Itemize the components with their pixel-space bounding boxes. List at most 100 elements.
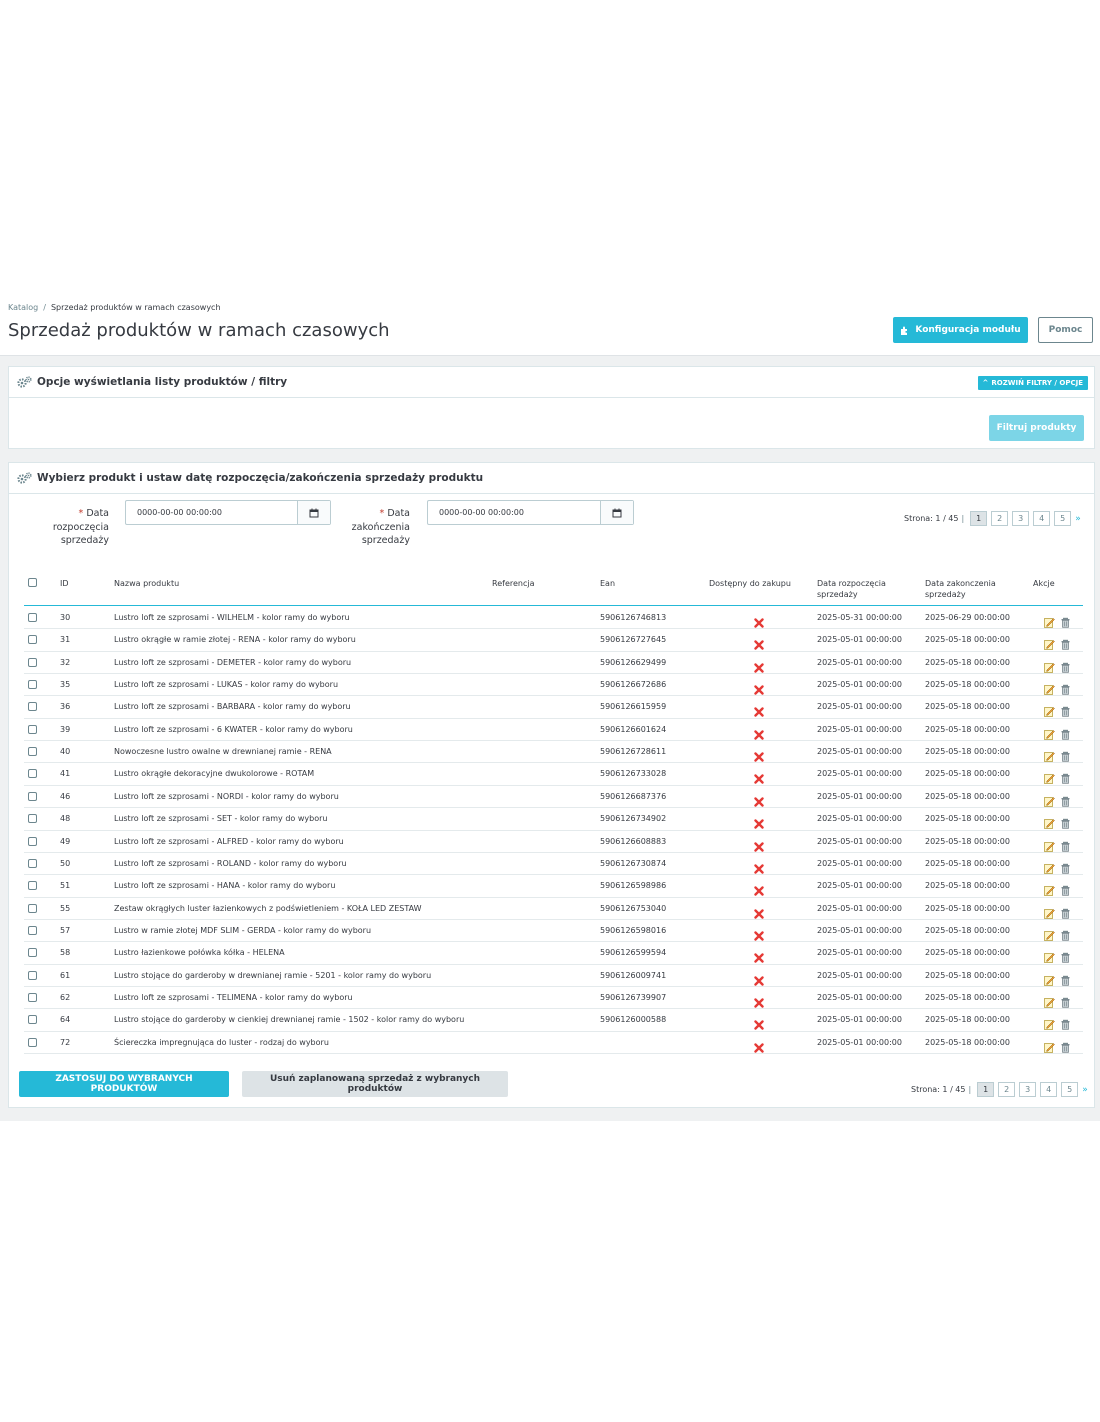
column-header-start-date[interactable]: Data rozpoczęcia sprzedaży [817, 578, 886, 600]
trash-icon[interactable] [1060, 926, 1071, 941]
table-row: 41 Lustro okrągłe dekoracyjne dwukolorowe… [24, 763, 1083, 786]
cell-id: 35 [60, 680, 71, 690]
trash-icon[interactable] [1060, 613, 1071, 628]
trash-icon[interactable] [1060, 993, 1071, 1008]
edit-icon[interactable] [1044, 926, 1055, 941]
trash-icon[interactable] [1060, 658, 1071, 673]
trash-icon[interactable] [1060, 792, 1071, 807]
edit-icon[interactable] [1044, 948, 1055, 964]
row-checkbox[interactable] [28, 881, 37, 891]
end-date-input[interactable] [428, 501, 600, 524]
column-header-name[interactable]: Nazwa produktu [114, 578, 179, 589]
edit-icon[interactable] [1044, 792, 1055, 807]
page-button-4[interactable]: 4 [1033, 511, 1051, 526]
row-checkbox[interactable] [28, 948, 37, 958]
edit-icon[interactable] [1044, 1038, 1055, 1053]
row-checkbox[interactable] [28, 836, 37, 846]
row-checkbox[interactable] [28, 903, 37, 913]
x-mark-icon [754, 725, 764, 740]
page-button-4[interactable]: 4 [1040, 1082, 1058, 1097]
breadcrumb-root[interactable]: Katalog [8, 303, 38, 312]
edit-icon[interactable] [1044, 680, 1055, 695]
trash-icon[interactable] [1060, 1038, 1071, 1053]
edit-icon[interactable] [1044, 725, 1055, 740]
end-date-header-line1: Data zakonczenia [925, 579, 996, 588]
trash-icon[interactable] [1060, 971, 1071, 986]
trash-icon[interactable] [1060, 881, 1071, 896]
row-checkbox[interactable] [28, 613, 37, 622]
trash-icon[interactable] [1060, 859, 1071, 874]
row-checkbox[interactable] [28, 769, 37, 779]
page-button-3[interactable]: 3 [1012, 511, 1030, 526]
page-button-1[interactable]: 1 [977, 1082, 995, 1097]
trash-icon[interactable] [1060, 814, 1071, 829]
row-checkbox[interactable] [28, 992, 37, 1002]
remove-scheduled-sale-button[interactable]: Usuń zaplanowaną sprzedaż z wybranych pr… [242, 1071, 508, 1097]
next-page-link[interactable]: » [1075, 514, 1081, 524]
trash-icon[interactable] [1060, 904, 1071, 919]
edit-icon[interactable] [1044, 904, 1055, 919]
next-page-link[interactable]: » [1082, 1085, 1088, 1095]
apply-to-selected-button[interactable]: ZASTOSUJ DO WYBRANYCH PRODUKTÓW [19, 1071, 229, 1097]
edit-icon[interactable] [1044, 613, 1055, 628]
column-header-end-date[interactable]: Data zakonczenia sprzedaży [925, 578, 996, 600]
row-checkbox[interactable] [28, 657, 37, 667]
trash-icon[interactable] [1060, 725, 1071, 740]
page-button-5[interactable]: 5 [1061, 1082, 1079, 1097]
edit-icon[interactable] [1044, 635, 1055, 651]
edit-icon[interactable] [1044, 658, 1055, 673]
row-checkbox[interactable] [28, 1015, 37, 1025]
edit-icon[interactable] [1044, 702, 1055, 718]
row-checkbox[interactable] [28, 1037, 37, 1047]
row-checkbox[interactable] [28, 635, 37, 645]
expand-filters-button[interactable]: ^ ROZWIŃ FILTRY / OPCJE [977, 376, 1088, 390]
page-button-2[interactable]: 2 [991, 511, 1009, 526]
edit-icon[interactable] [1044, 993, 1055, 1008]
help-button[interactable]: Pomoc [1038, 317, 1093, 343]
column-header-available[interactable]: Dostępny do zakupu [709, 578, 791, 589]
row-checkbox[interactable] [28, 970, 37, 980]
column-header-id[interactable]: ID [60, 578, 69, 589]
cell-start-date: 2025-05-01 00:00:00 [817, 881, 902, 891]
table-row: 32 Lustro loft ze szprosami - DEMETER - k… [24, 652, 1083, 675]
start-date-calendar-button[interactable] [297, 501, 330, 524]
edit-icon[interactable] [1044, 1015, 1055, 1031]
row-checkbox[interactable] [28, 925, 37, 935]
filter-products-button[interactable]: Filtruj produkty [989, 415, 1084, 441]
row-checkbox[interactable] [28, 814, 37, 824]
row-checkbox[interactable] [28, 702, 37, 712]
select-all-checkbox[interactable] [28, 578, 37, 587]
page-button-3[interactable]: 3 [1019, 1082, 1037, 1097]
edit-icon[interactable] [1044, 837, 1055, 852]
trash-icon[interactable] [1060, 948, 1071, 963]
start-date-input[interactable] [126, 501, 297, 524]
trash-icon[interactable] [1060, 769, 1071, 785]
row-checkbox[interactable] [28, 791, 37, 801]
trash-icon[interactable] [1060, 1015, 1071, 1030]
edit-icon[interactable] [1044, 747, 1055, 762]
table-row: 72 Ściereczka impregnująca do luster - ro… [24, 1032, 1083, 1055]
config-module-button[interactable]: Konfiguracja modułu [893, 317, 1028, 343]
page-button-5[interactable]: 5 [1054, 511, 1072, 526]
trash-icon[interactable] [1060, 680, 1071, 695]
edit-icon[interactable] [1044, 971, 1055, 986]
cell-product-name: Lustro okrągłe dekoracyjne dwukolorowe -… [114, 769, 315, 779]
trash-icon[interactable] [1060, 837, 1071, 852]
row-checkbox[interactable] [28, 680, 37, 690]
cell-product-name: Lustro loft ze szprosami - HANA - kolor … [114, 881, 336, 891]
trash-icon[interactable] [1060, 747, 1071, 762]
row-checkbox[interactable] [28, 724, 37, 734]
end-date-calendar-button[interactable] [600, 501, 633, 524]
trash-icon[interactable] [1060, 702, 1071, 718]
row-checkbox[interactable] [28, 858, 37, 868]
row-checkbox[interactable] [28, 747, 37, 757]
page-button-2[interactable]: 2 [998, 1082, 1016, 1097]
column-header-reference[interactable]: Referencja [492, 578, 535, 589]
trash-icon[interactable] [1060, 635, 1071, 650]
edit-icon[interactable] [1044, 859, 1055, 874]
column-header-ean[interactable]: Ean [600, 578, 615, 589]
edit-icon[interactable] [1044, 769, 1055, 785]
edit-icon[interactable] [1044, 881, 1055, 897]
edit-icon[interactable] [1044, 814, 1055, 830]
page-button-1[interactable]: 1 [970, 511, 988, 526]
